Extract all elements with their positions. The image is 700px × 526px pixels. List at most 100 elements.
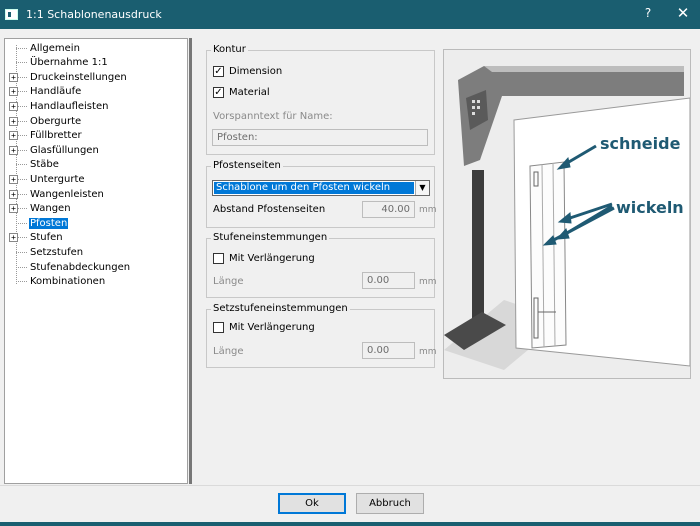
app-icon	[5, 9, 18, 20]
stufeneinstemmungen-group: Stufeneinstemmungen	[206, 232, 435, 298]
window-title: 1:1 Schablonenausdruck	[26, 8, 162, 21]
stufe-verlaengerung-row[interactable]: Mit Verlängerung	[213, 253, 315, 264]
title-bar: 1:1 Schablonenausdruck ? ✕	[0, 0, 700, 29]
stufe-laenge-unit: mm	[419, 277, 437, 287]
tree-item-label: Handläufe	[30, 86, 82, 98]
tree-connector	[16, 62, 27, 64]
tree-item-label: Wangen	[30, 203, 71, 215]
tree-item-label: Obergurte	[30, 115, 82, 127]
tree-item[interactable]: + Füllbretter	[9, 129, 83, 143]
expand-icon[interactable]: +	[9, 131, 18, 141]
tree-item[interactable]: + Handläufe	[9, 85, 82, 99]
expand-icon[interactable]: +	[9, 72, 18, 82]
setz-verlaengerung-checkbox[interactable]	[213, 322, 224, 333]
wrap-mode-selected: Schablone um den Pfosten wickeln	[214, 182, 414, 194]
tree-item[interactable]: Setzstufen	[9, 245, 84, 259]
tree-item[interactable]: Stäbe	[9, 158, 60, 172]
stufe-laenge-label: Länge	[213, 276, 244, 287]
tree-item[interactable]: Stufenabdeckungen	[9, 260, 131, 274]
expand-icon[interactable]: +	[9, 233, 18, 243]
template-outline	[529, 161, 567, 349]
tree-item[interactable]: + Untergurte	[9, 172, 86, 186]
tree-item-label: Wangenleisten	[30, 188, 104, 200]
help-button[interactable]: ?	[642, 6, 654, 20]
dimension-label: Dimension	[229, 66, 283, 77]
tree-item-label: Handlaufleisten	[30, 100, 109, 112]
wrap-mode-select[interactable]: Schablone um den Pfosten wickeln ▼	[212, 180, 430, 196]
expand-icon[interactable]: +	[9, 116, 18, 126]
stufe-verlaengerung-label: Mit Verlängerung	[229, 253, 315, 264]
kontur-title: Kontur	[211, 44, 248, 55]
tree-connector	[16, 251, 27, 253]
abstand-label: Abstand Pfostenseiten	[213, 204, 326, 215]
close-button[interactable]: ✕	[675, 4, 691, 22]
tree-item-label: Untergurte	[30, 173, 85, 185]
material-label: Material	[229, 87, 270, 98]
stufe-verlaengerung-checkbox[interactable]	[213, 253, 224, 264]
tree-connector	[16, 281, 27, 283]
window-bottom-edge	[0, 522, 700, 526]
cancel-button[interactable]: Abbruch	[356, 493, 424, 514]
pfostenseiten-group: Pfostenseiten	[206, 160, 435, 228]
tree-item[interactable]: + Wangen	[9, 202, 72, 216]
stufe-laenge-input[interactable]: 0.00	[362, 272, 415, 289]
dimension-checkbox-row[interactable]: ✓ Dimension	[213, 66, 282, 77]
tree-item-label: Stufen	[30, 232, 63, 244]
plotter-stand	[472, 170, 484, 320]
expand-icon[interactable]: +	[9, 101, 18, 111]
expand-icon[interactable]: +	[9, 145, 18, 155]
tree-connector	[18, 149, 27, 151]
tree-connector	[16, 164, 27, 166]
setz-laenge-unit: mm	[419, 347, 437, 357]
expand-icon[interactable]: +	[9, 174, 18, 184]
expand-icon[interactable]: +	[9, 189, 18, 199]
plotter-top	[484, 66, 684, 72]
annotation-wrap: wickeln	[616, 198, 684, 217]
material-checkbox[interactable]: ✓	[213, 87, 224, 98]
tree-connector	[16, 266, 27, 268]
tree-splitter[interactable]	[189, 38, 192, 484]
tree-item-label: Pfosten	[29, 217, 69, 229]
setz-laenge-label: Länge	[213, 346, 244, 357]
tree-item[interactable]: + Druckeinstellungen	[9, 70, 128, 84]
tree-connector	[18, 91, 27, 93]
expand-icon[interactable]: +	[9, 87, 18, 97]
tree-item[interactable]: Übernahme 1:1	[9, 56, 109, 70]
tree-connector	[18, 120, 27, 122]
tree-item-label: Glasfüllungen	[30, 144, 99, 156]
setzstufeneinstemmungen-title: Setzstufeneinstemmungen	[211, 303, 350, 314]
tree-item-label: Druckeinstellungen	[30, 71, 127, 83]
tree-item-label: Stäbe	[30, 159, 59, 171]
vorspann-input[interactable]: Pfosten:	[212, 129, 428, 146]
pfostenseiten-title: Pfostenseiten	[211, 160, 283, 171]
tree-item[interactable]: + Wangenleisten	[9, 187, 105, 201]
setzstufeneinstemmungen-group: Setzstufeneinstemmungen	[206, 303, 435, 368]
tree-item[interactable]: + Handlaufleisten	[9, 99, 109, 113]
stufeneinstemmungen-title: Stufeneinstemmungen	[211, 232, 330, 243]
tree-item[interactable]: + Stufen	[9, 231, 64, 245]
tree-item[interactable]: Pfosten	[9, 216, 69, 230]
setz-laenge-input[interactable]: 0.00	[362, 342, 415, 359]
tree-item[interactable]: Kombinationen	[9, 275, 106, 289]
category-tree[interactable]: Allgemein Übernahme 1:1 + Druckeinstellunge…	[4, 38, 188, 484]
tree-connector	[18, 76, 27, 78]
dimension-checkbox[interactable]: ✓	[213, 66, 224, 77]
annotation-cut: schneide	[600, 134, 681, 153]
tree-item-label: Stufenabdeckungen	[30, 261, 131, 273]
material-checkbox-row[interactable]: ✓ Material	[213, 87, 270, 98]
tree-item[interactable]: Allgemein	[9, 41, 81, 55]
tree-item[interactable]: + Glasfüllungen	[9, 143, 100, 157]
ok-button[interactable]: Ok	[278, 493, 346, 514]
tree-connector	[18, 208, 27, 210]
tree-connector	[18, 135, 27, 137]
chevron-down-icon[interactable]: ▼	[415, 181, 429, 195]
setz-verlaengerung-row[interactable]: Mit Verlängerung	[213, 322, 315, 333]
tree-connector	[18, 105, 27, 107]
plotter-preview: schneide wickeln	[443, 49, 691, 379]
tree-item-label: Allgemein	[30, 42, 80, 54]
tree-item[interactable]: + Obergurte	[9, 114, 82, 128]
abstand-input[interactable]: 40.00	[362, 201, 415, 218]
setz-verlaengerung-label: Mit Verlängerung	[229, 322, 315, 333]
tree-connector	[18, 178, 27, 180]
expand-icon[interactable]: +	[9, 204, 18, 214]
